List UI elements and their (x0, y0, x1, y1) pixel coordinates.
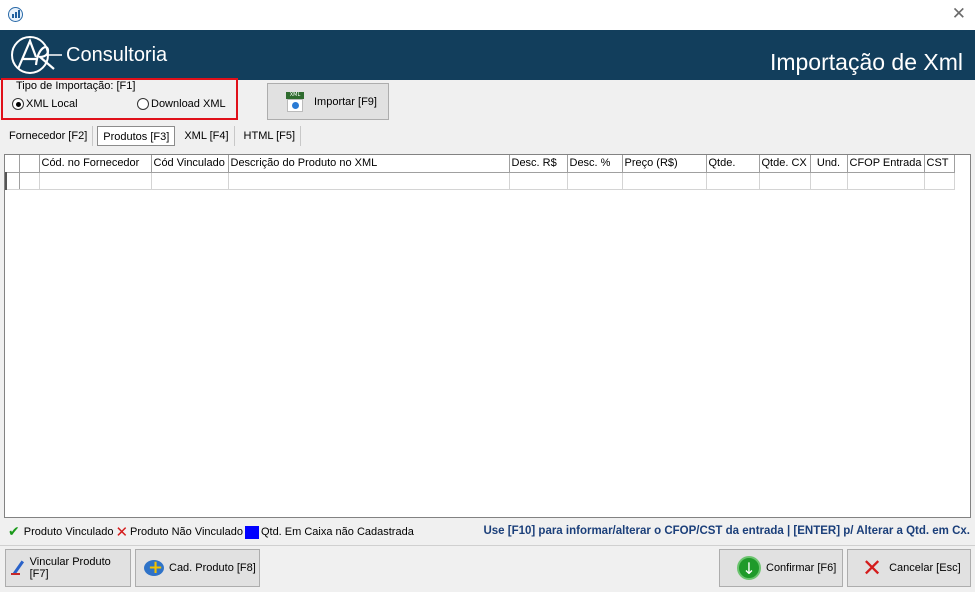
table-cell[interactable] (622, 172, 707, 190)
table-cell[interactable] (19, 172, 40, 190)
table-cell[interactable] (706, 172, 760, 190)
title-bar: ✕ (0, 0, 975, 30)
confirmar-button[interactable]: ↓ Confirmar [F6] (719, 549, 843, 587)
vincular-produto-button[interactable]: Vincular Produto [F7] (5, 549, 131, 587)
close-icon[interactable]: ✕ (952, 4, 966, 24)
blue-square-icon (244, 525, 259, 539)
tab-html[interactable]: HTML [F5] (239, 126, 302, 146)
table-cell[interactable] (847, 172, 925, 190)
table-header-row: Cód. no Fornecedor Cód Vinculado Descriç… (6, 155, 955, 173)
table-cell[interactable] (228, 172, 510, 190)
divider (0, 545, 975, 546)
column-header[interactable] (19, 155, 40, 173)
cross-icon: ✕ (115, 523, 129, 541)
products-table: Cód. no Fornecedor Cód Vinculado Descriç… (5, 155, 955, 190)
brand-name: Consultoria (66, 44, 168, 66)
tab-produtos[interactable]: Produtos [F3] (97, 126, 176, 146)
add-product-icon (144, 557, 164, 578)
table-cell[interactable] (810, 172, 848, 190)
table-cell[interactable] (509, 172, 568, 190)
app-chart-icon (8, 7, 23, 22)
column-header[interactable]: Desc. R$ (509, 155, 568, 173)
column-header[interactable]: Qtde. (706, 155, 760, 173)
company-logo (11, 36, 62, 74)
tab-strip: Fornecedor [F2] Produtos [F3] XML [F4] H… (4, 126, 305, 148)
page-title: Importação de Xml (769, 49, 963, 75)
table-cell[interactable] (759, 172, 811, 190)
cad-label: Cad. Produto [F8] (169, 562, 256, 574)
confirmar-label: Confirmar [F6] (766, 562, 837, 574)
products-grid[interactable]: Cód. no Fornecedor Cód Vinculado Descriç… (4, 154, 971, 518)
column-header[interactable]: CST (924, 155, 955, 173)
table-cell[interactable] (151, 172, 229, 190)
table-cell[interactable] (567, 172, 623, 190)
header-banner: Consultoria Importação de Xml (0, 30, 975, 80)
column-header[interactable]: Qtde. CX (759, 155, 811, 173)
legend-vinculado: Produto Vinculado (23, 526, 114, 538)
xml-file-icon: XML (286, 91, 304, 112)
row-indicator (5, 172, 20, 190)
column-header[interactable]: Und. (810, 155, 848, 173)
legend-nao-vinculado: Produto Não Vinculado (130, 526, 243, 538)
cancelar-label: Cancelar [Esc] (889, 562, 961, 574)
table-cell[interactable] (39, 172, 152, 190)
cad-produto-button[interactable]: Cad. Produto [F8] (135, 549, 260, 587)
column-header[interactable]: Preço (R$) (622, 155, 707, 173)
highlight-frame (1, 78, 238, 120)
check-icon: ✔ (8, 524, 20, 540)
tab-xml[interactable]: XML [F4] (179, 126, 235, 146)
importar-label: Importar [F9] (314, 95, 377, 108)
column-header[interactable]: Cód. no Fornecedor (39, 155, 152, 173)
keyboard-hint: Use [F10] para informar/alterar o CFOP/C… (483, 525, 970, 537)
legend-caixa: Qtd. Em Caixa não Cadastrada (260, 526, 414, 538)
vincular-label: Vincular Produto [F7] (29, 556, 111, 580)
column-header[interactable]: Descrição do Produto no XML (228, 155, 510, 173)
cancelar-button[interactable]: ✕ Cancelar [Esc] (847, 549, 971, 587)
confirm-arrow-icon: ↓ (737, 556, 761, 580)
column-header[interactable]: CFOP Entrada (847, 155, 925, 173)
pencil-icon (11, 560, 25, 576)
importar-button[interactable]: XML Importar [F9] (267, 83, 389, 120)
cancel-x-icon: ✕ (862, 554, 883, 582)
column-header[interactable] (6, 155, 20, 173)
table-row[interactable] (5, 172, 955, 190)
tab-fornecedor[interactable]: Fornecedor [F2] (4, 126, 94, 146)
column-header[interactable]: Desc. % (567, 155, 623, 173)
table-cell[interactable] (924, 172, 955, 190)
status-legend: ✔ Produto Vinculado ✕ Produto Não Vincul… (8, 523, 414, 541)
column-header[interactable]: Cód Vinculado (151, 155, 229, 173)
